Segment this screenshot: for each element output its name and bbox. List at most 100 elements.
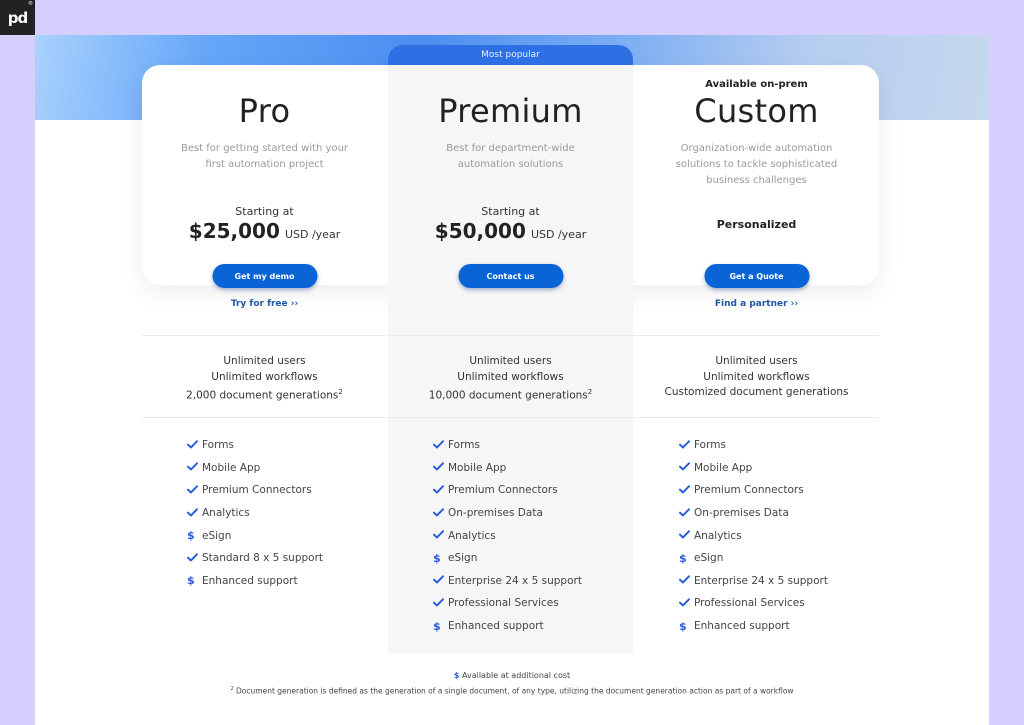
dollar-icon: $ — [433, 619, 441, 633]
feature-item: $ Enhanced support — [433, 615, 582, 638]
footnote-ref: 2 — [338, 388, 343, 396]
summary-users: Unlimited users — [223, 355, 306, 367]
check-icon — [433, 484, 448, 497]
feature-item: $ Enhanced support — [187, 570, 323, 593]
feature-label: Professional Services — [694, 597, 805, 610]
check-icon — [433, 574, 448, 587]
feature-list: Forms Mobile App Premium Connectors Analyti… — [187, 434, 323, 592]
additional-cost-text: Available at additional cost — [461, 671, 571, 680]
feature-item: Professional Services — [433, 592, 582, 615]
dollar-icon: $ — [433, 551, 441, 565]
find-a-partner-link[interactable]: Find a partner ›› — [634, 299, 879, 309]
dollar-icon: $ — [679, 619, 687, 633]
on-prem-tagline: Available on-prem — [705, 79, 808, 90]
feature-label: Premium Connectors — [202, 484, 312, 497]
feature-item: Standard 8 x 5 support — [187, 547, 323, 570]
feature-item: Analytics — [679, 524, 828, 547]
feature-label: eSign — [448, 552, 478, 565]
logo-text: pd — [7, 8, 29, 27]
price-row: $25,000 USD /year — [142, 219, 387, 243]
check-icon — [433, 529, 448, 542]
check-icon — [679, 461, 694, 474]
summary-doc-generations: 10,000 document generations2 — [428, 388, 593, 402]
registered-mark: ® — [28, 1, 33, 7]
summary-doc-generations: 2,000 document generations2 — [186, 388, 343, 402]
check-icon — [187, 507, 202, 520]
feature-label: Premium Connectors — [448, 484, 558, 497]
footnote-text: Document generation is defined as the ge… — [236, 686, 794, 696]
contact-us-button[interactable]: Contact us — [458, 264, 563, 288]
section-divider — [142, 335, 879, 336]
dollar-icon: $ — [187, 574, 195, 588]
feature-item: On-premises Data — [433, 502, 582, 525]
check-icon — [433, 597, 448, 610]
feature-item: Enterprise 24 x 5 support — [679, 570, 828, 593]
feature-item: Mobile App — [679, 457, 828, 480]
feature-label: Standard 8 x 5 support — [202, 552, 324, 565]
footnote-mark: 2 — [230, 686, 234, 692]
additional-cost-legend: $ Available at additional cost — [35, 671, 989, 680]
summary-users: Unlimited users — [715, 355, 798, 367]
feature-item: $ Enhanced support — [679, 615, 828, 638]
plan-price: $25,000 — [188, 219, 280, 243]
feature-label: eSign — [202, 529, 232, 542]
feature-item: Forms — [679, 434, 828, 457]
feature-label: Enhanced support — [202, 574, 298, 587]
doc-generation-footnote: 2 Document generation is defined as the … — [35, 686, 989, 696]
footnotes: $ Available at additional cost 2 Documen… — [35, 671, 989, 696]
dollar-icon: $ — [453, 671, 460, 680]
feature-item: Mobile App — [187, 457, 323, 480]
feature-label: Forms — [448, 439, 480, 452]
feature-label: On-premises Data — [694, 507, 789, 520]
check-icon — [433, 461, 448, 474]
feature-label: Mobile App — [694, 461, 753, 474]
summary-users: Unlimited users — [469, 355, 552, 367]
summary-workflows: Unlimited workflows — [703, 370, 810, 383]
feature-label: Forms — [202, 439, 234, 452]
feature-label: Analytics — [202, 507, 250, 520]
check-icon — [679, 507, 694, 520]
feature-list: Forms Mobile App Premium Connectors On-prem… — [433, 434, 582, 637]
plan-description: Best for department-wide automation solu… — [446, 143, 575, 170]
get-a-quote-button[interactable]: Get a Quote — [704, 264, 809, 288]
check-icon — [433, 439, 448, 452]
feature-item: Enterprise 24 x 5 support — [433, 570, 582, 593]
feature-label: Enhanced support — [448, 620, 544, 633]
feature-item: $ eSign — [187, 524, 323, 547]
plan-summary: Unlimited users Unlimited workflows 2,00… — [142, 354, 387, 404]
starting-at-label: Starting at — [481, 205, 540, 218]
feature-item: Professional Services — [679, 592, 828, 615]
feature-label: Enterprise 24 x 5 support — [448, 574, 582, 587]
feature-item: Forms — [187, 434, 323, 457]
feature-item: Premium Connectors — [187, 479, 323, 502]
check-icon — [679, 597, 694, 610]
summary-workflows: Unlimited workflows — [457, 370, 564, 383]
check-icon — [679, 439, 694, 452]
check-icon — [679, 574, 694, 587]
feature-label: Enhanced support — [694, 620, 790, 633]
feature-item: $ eSign — [679, 547, 828, 570]
pricing-page: Most popular Pro Best for getting starte… — [35, 35, 989, 725]
check-icon — [187, 439, 202, 452]
plan-price: Personalized — [716, 218, 797, 231]
price-unit: USD /year — [284, 228, 341, 241]
feature-label: Premium Connectors — [694, 484, 804, 497]
feature-label: Analytics — [694, 529, 742, 542]
get-my-demo-button[interactable]: Get my demo — [212, 264, 317, 288]
most-popular-badge: Most popular — [388, 45, 633, 65]
feature-label: eSign — [694, 552, 724, 565]
feature-item: Mobile App — [433, 457, 582, 480]
plan-name: Premium — [438, 92, 583, 130]
try-for-free-link[interactable]: Try for free ›› — [142, 299, 387, 309]
plan-price: $50,000 — [434, 219, 526, 243]
plan-description: Best for getting started with your first… — [180, 143, 349, 170]
section-divider — [142, 417, 879, 418]
check-icon — [679, 484, 694, 497]
plan-description: Organization-wide automation solutions t… — [675, 143, 838, 186]
feature-item: Premium Connectors — [433, 479, 582, 502]
price-row: $50,000 USD /year — [388, 219, 633, 243]
brand-logo: pd ® — [0, 0, 35, 35]
plan-name: Custom — [694, 92, 819, 130]
check-icon — [679, 529, 694, 542]
feature-label: Professional Services — [448, 597, 559, 610]
